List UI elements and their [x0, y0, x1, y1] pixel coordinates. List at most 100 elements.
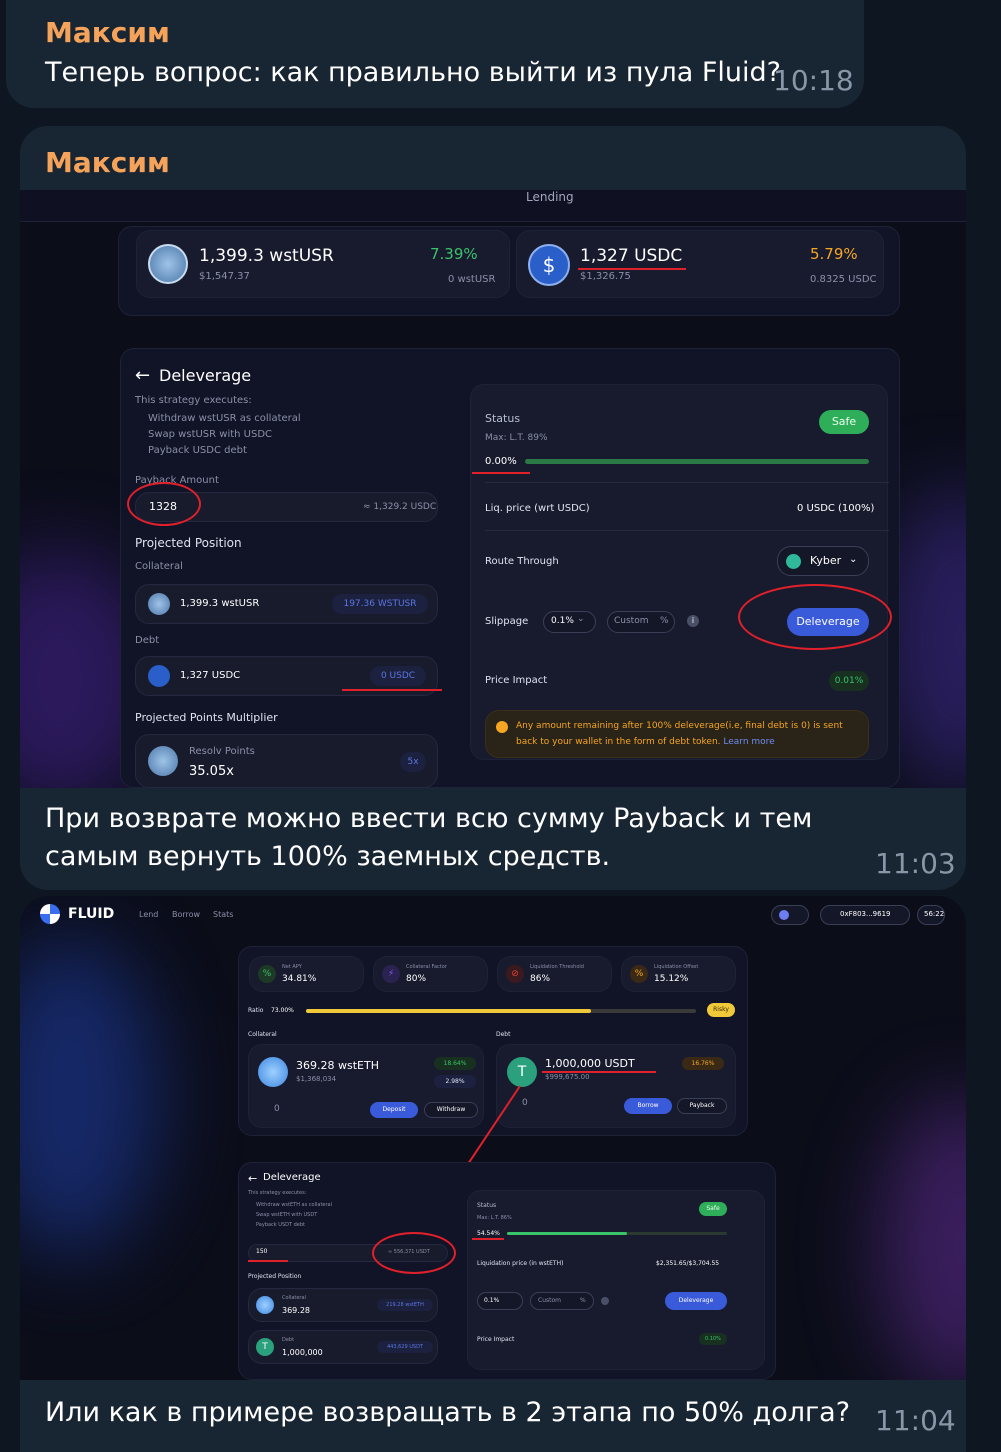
supply-usd: $1,547.37 [199, 271, 250, 282]
ratio-bar [507, 1232, 727, 1235]
message-text: Или как в примере возвращать в 2 этапа п… [45, 1397, 851, 1428]
deposit-button[interactable]: Deposit [370, 1102, 418, 1118]
borrow-button[interactable]: Borrow [624, 1098, 672, 1114]
stat-value: 15.12% [654, 974, 689, 984]
strategy-step: Payback USDT debt [256, 1222, 305, 1228]
annotation-circle [127, 482, 201, 526]
collateral-value: 1,399.3 wstUSR [180, 598, 260, 609]
wstusr-icon [148, 244, 188, 284]
borrow-card [516, 230, 884, 298]
debt-badge: 0 USDC [370, 666, 426, 686]
route-value: Kyber [810, 554, 842, 567]
slippage-value: 0.1% [484, 1297, 500, 1304]
strategy-step: Swap wstETH with USDT [256, 1212, 318, 1218]
debt-label: Debt [282, 1337, 295, 1343]
ratio-bar [525, 459, 869, 464]
info-icon[interactable] [601, 1297, 609, 1305]
liq-price-label: Liq. price (wrt USDC) [485, 503, 590, 514]
nav-link-lending[interactable]: Lending [526, 190, 574, 204]
liq-price-label: Liquidation price (in wstETH) [477, 1260, 564, 1267]
price-impact-label: Price Impact [485, 675, 548, 686]
brand-name[interactable]: FLUID [68, 906, 114, 922]
warning-icon [496, 721, 508, 733]
status-label: Status [477, 1202, 497, 1209]
usdc-icon [148, 665, 170, 687]
note-body: Any amount remaining after 100% delevera… [516, 721, 843, 747]
message-sender[interactable]: Максим [45, 16, 170, 49]
collateral-sub: 0 [274, 1104, 280, 1114]
collateral-label: Collateral [248, 1031, 277, 1038]
back-arrow-icon[interactable]: ← [135, 365, 150, 386]
message-sender[interactable]: Максим [45, 146, 170, 179]
stat-label: Net APY [282, 964, 302, 970]
debt-label: Debt [496, 1031, 511, 1038]
payback-button[interactable]: Payback [677, 1098, 727, 1114]
deleverage-button[interactable]: Deleverage [665, 1292, 727, 1310]
liq-price-pct: (100%) [838, 503, 875, 514]
points-badge: 5x [400, 752, 426, 772]
deleverage-title: Deleverage [263, 1172, 321, 1183]
safe-badge: Safe [819, 410, 869, 434]
message-time: 11:03 [875, 847, 956, 880]
max-lt: Max: L.T. 86% [477, 1215, 512, 1221]
annotation-underline [248, 1260, 288, 1262]
stat-label: Liquidation Offset [654, 964, 699, 970]
ratio-value: 0.00% [485, 456, 517, 467]
debt-amount: 1,000,000 USDT [545, 1057, 635, 1070]
nav-stats[interactable]: Stats [213, 910, 233, 919]
collateral-badge: 219.28 wstETH [377, 1299, 433, 1311]
percent-icon: % [630, 965, 648, 983]
points-row [135, 734, 438, 788]
projected-position-label: Projected Position [135, 536, 242, 550]
collateral-amount: 369.28 wstETH [296, 1059, 379, 1072]
learn-more-link[interactable]: Learn more [723, 737, 774, 747]
price-impact-label: Price Impact [477, 1336, 515, 1343]
max-lt: Max: L.T. 89% [485, 433, 548, 443]
top-nav [20, 190, 966, 222]
annotation-underline [578, 268, 686, 270]
annotation-underline [342, 689, 442, 691]
custom-label: Custom [614, 616, 649, 626]
payback-value: 150 [256, 1248, 268, 1255]
percent-icon: % [258, 965, 276, 983]
network-select[interactable] [771, 905, 809, 925]
wallet-address: 0xF803...9619 [840, 910, 891, 918]
collateral-apy-badge: 18.64% [434, 1057, 476, 1070]
stat-label: Liquidation Threshold [530, 964, 584, 970]
resolv-icon [148, 746, 178, 776]
supply-amount: 1,399.3 wstUSR [199, 246, 334, 266]
message-time: 11:04 [875, 1404, 956, 1437]
ratio-bar-fill [306, 1009, 591, 1013]
ratio-bar-fill [507, 1232, 627, 1235]
message-time: 10:18 [773, 64, 854, 97]
debt-label: Debt [135, 635, 160, 646]
annotation-circle [372, 1232, 456, 1274]
nav-lend[interactable]: Lend [139, 910, 158, 919]
collateral-label: Collateral [135, 561, 183, 572]
screenshot-attachment-1[interactable]: Lending 1,399.3 wstUSR $1,547.37 7.39% 0… [20, 190, 966, 788]
wsteth-icon [256, 1296, 274, 1314]
borrow-sub: 0.8325 USDC [810, 274, 877, 285]
screenshot-attachment-2[interactable]: FLUID Lend Borrow Stats 0xF803...9619 56… [20, 896, 966, 1380]
debt-value: 1,327 USDC [180, 670, 241, 681]
wsteth-icon [258, 1057, 288, 1087]
safe-badge: Safe [699, 1202, 727, 1216]
collateral-value: 369.28 [282, 1306, 310, 1315]
deleverage-title: Deleverage [159, 366, 252, 385]
message-text: При возврате можно ввести всю сумму Payb… [45, 803, 813, 872]
liq-price-value: $2,351.65/$3,704.55 [656, 1260, 720, 1267]
back-arrow-icon[interactable]: ← [248, 1172, 257, 1185]
info-icon[interactable]: i [687, 615, 699, 627]
slippage-label: Slippage [485, 616, 529, 627]
supply-apy: 7.39% [430, 245, 478, 263]
nav-borrow[interactable]: Borrow [172, 910, 200, 919]
custom-label: Custom [538, 1297, 561, 1304]
background-glow [880, 1096, 966, 1380]
ratio-value: 73.00% [271, 1007, 294, 1014]
collateral-label: Collateral [282, 1295, 306, 1301]
kyber-icon [786, 554, 801, 569]
route-label: Route Through [485, 556, 559, 567]
custom-unit: % [580, 1297, 586, 1304]
executes-label: This strategy executes: [248, 1190, 307, 1196]
risk-badge: Risky [707, 1003, 735, 1017]
